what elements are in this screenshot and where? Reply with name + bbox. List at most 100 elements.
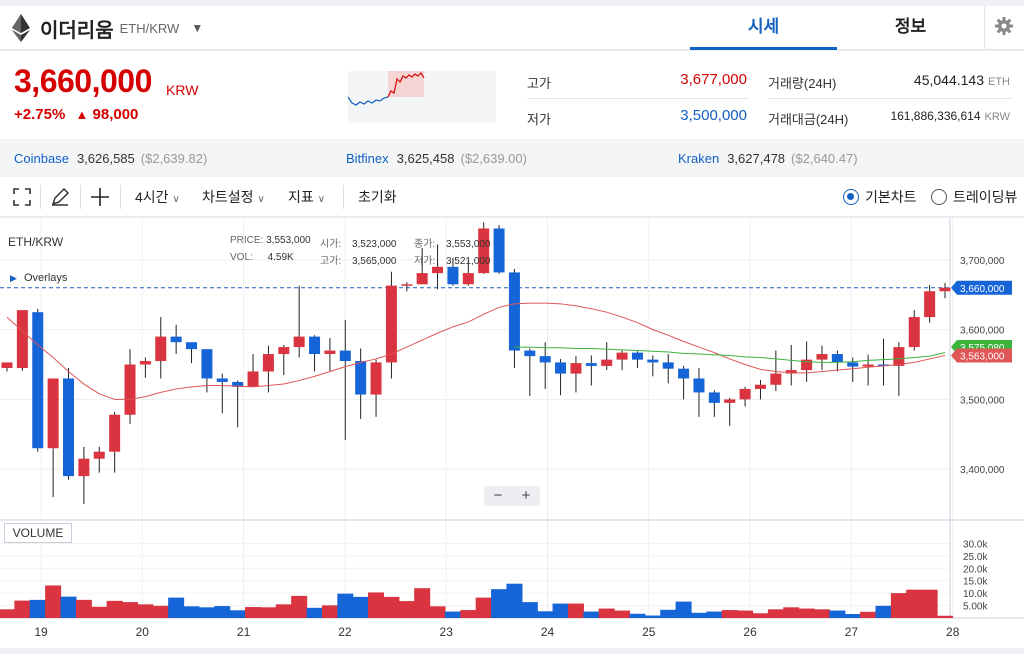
exchange-kraken[interactable]: Kraken 3,627,478 ($2,640.47) xyxy=(678,151,858,166)
coin-selector[interactable]: 이더리움 ETH/KRW ▼ xyxy=(12,12,203,44)
zoom-out-button[interactable]: − xyxy=(484,486,512,506)
candle-body xyxy=(570,363,582,374)
price-chart[interactable]: 3,400,000 3,500,000 3,600,000 3,700,000 5.00… xyxy=(0,218,1024,648)
ma-green-line xyxy=(514,346,946,363)
volume-bar xyxy=(414,588,431,618)
stat-divider xyxy=(527,98,749,99)
candle-body xyxy=(678,368,690,379)
x-tick-label: 27 xyxy=(845,625,859,639)
zoom-in-button[interactable]: + xyxy=(512,486,540,506)
candle-body xyxy=(601,359,613,366)
candle-body xyxy=(462,273,474,285)
volume-bar xyxy=(675,601,692,618)
volume-bar xyxy=(721,610,738,618)
volume-bar xyxy=(122,602,139,618)
exchange-bitfinex[interactable]: Bitfinex 3,625,458 ($2,639.00) xyxy=(346,151,527,166)
candle-body xyxy=(847,362,859,367)
candle-body xyxy=(647,359,659,363)
candle-body xyxy=(370,362,382,395)
y-tick-label: 3,400,000 xyxy=(960,465,1005,476)
candle-body xyxy=(555,362,567,374)
candle-body xyxy=(924,291,936,318)
high-label: 고가 xyxy=(527,76,551,91)
volume-bar xyxy=(813,609,830,618)
volume-bar xyxy=(783,607,800,618)
interval-dropdown[interactable]: 4시간 ∨ xyxy=(135,187,180,207)
chevron-down-icon: ∨ xyxy=(257,194,265,205)
pencil-icon[interactable] xyxy=(48,185,72,209)
candle-body xyxy=(324,350,336,355)
volume-bar xyxy=(875,605,892,618)
candle-body xyxy=(862,364,874,367)
volume-bar xyxy=(475,597,492,618)
chart-settings-dropdown[interactable]: 차트설정 ∨ xyxy=(202,187,265,207)
volume-bar xyxy=(614,610,631,618)
ohlc-low: 저가: 3,521,000 xyxy=(414,256,491,267)
tab-info[interactable]: 정보 xyxy=(837,6,984,50)
volume-bar xyxy=(937,615,953,618)
volume-bar xyxy=(598,608,615,618)
candle-body xyxy=(585,363,597,366)
volume-bar xyxy=(14,600,31,618)
volume-bar xyxy=(106,600,123,618)
candle-body xyxy=(247,371,259,387)
volume-bar xyxy=(567,603,584,618)
gear-icon[interactable] xyxy=(994,16,1014,36)
volume-bar xyxy=(860,611,877,618)
top-header: 이더리움 ETH/KRW ▼ 시세 정보 xyxy=(0,6,1024,50)
chart-canvas[interactable]: 3,400,000 3,500,000 3,600,000 3,700,000 5.00… xyxy=(0,218,1024,648)
coin-name: 이더리움 xyxy=(40,19,114,42)
candle-body xyxy=(447,266,459,285)
price-change: +2.75% ▲ 98,000 xyxy=(14,106,138,123)
volume-bar xyxy=(706,611,723,618)
volume-tick-label: 20.0k xyxy=(963,564,988,575)
volume-bar xyxy=(660,609,677,618)
radio-basic-chart[interactable]: 기본차트 xyxy=(843,187,917,207)
volume-bar xyxy=(383,596,400,618)
tab-quote[interactable]: 시세 xyxy=(690,6,837,50)
candle-body xyxy=(631,352,643,360)
candle-body xyxy=(47,378,59,449)
chevron-down-icon: ∨ xyxy=(172,194,180,205)
high-value: 3,677,000 xyxy=(680,71,747,88)
candle-body xyxy=(693,378,705,393)
price-unit: KRW xyxy=(166,82,199,98)
candle-body xyxy=(385,285,397,363)
reset-button[interactable]: 초기화 xyxy=(358,187,397,207)
volume-bar xyxy=(60,596,77,618)
volume-bar xyxy=(214,606,231,618)
chevron-down-icon[interactable]: ▼ xyxy=(191,21,203,35)
candle-body xyxy=(16,310,28,368)
candle-body xyxy=(109,414,121,452)
indicators-dropdown[interactable]: 지표 ∨ xyxy=(288,187,325,207)
volume-bar xyxy=(29,599,46,618)
volume-bar xyxy=(306,607,323,618)
overlays-toggle[interactable]: ▶ Overlays xyxy=(10,272,67,284)
price-summary: 3,660,000 KRW +2.75% ▲ 98,000 고가 3,677,0… xyxy=(0,51,1024,139)
crosshair-icon[interactable] xyxy=(88,185,112,209)
volume-bar xyxy=(460,610,477,618)
volume-bar xyxy=(583,611,600,618)
y-tick-label: 3,700,000 xyxy=(960,256,1005,267)
volume-bar xyxy=(198,607,215,618)
candle-body xyxy=(401,284,413,286)
stat-divider xyxy=(768,98,1012,99)
fullscreen-icon[interactable] xyxy=(10,185,34,209)
volume-bar xyxy=(168,597,185,618)
amount-value: 161,886,336,614 KRW xyxy=(890,109,1010,123)
volume-bar xyxy=(521,602,538,618)
change-amount: 98,000 xyxy=(92,106,139,123)
exchange-coinbase[interactable]: Coinbase 3,626,585 ($2,639.82) xyxy=(14,151,207,166)
candle-body xyxy=(1,362,13,368)
candle-body xyxy=(78,458,90,477)
candle-body xyxy=(63,378,75,477)
coin-pair: ETH/KRW xyxy=(119,20,180,36)
x-tick-label: 19 xyxy=(34,625,48,639)
candle-body xyxy=(616,352,628,360)
ethereum-logo-icon xyxy=(12,14,30,42)
volume-bar xyxy=(506,583,523,618)
bottom-strip xyxy=(0,648,1024,654)
radio-tradingview[interactable]: 트레이딩뷰 xyxy=(931,187,1017,207)
candle-body xyxy=(93,451,105,459)
candle-body xyxy=(355,361,367,395)
